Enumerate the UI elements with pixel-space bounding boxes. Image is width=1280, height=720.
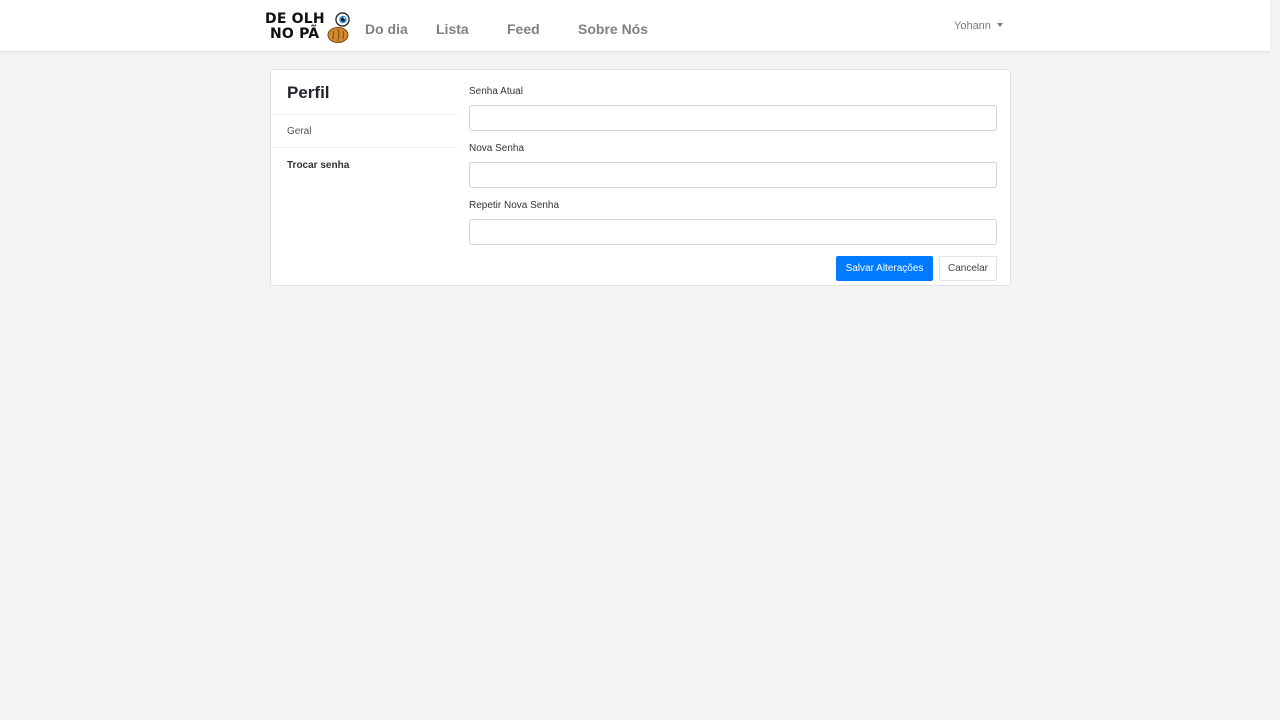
new-password-input[interactable] — [469, 162, 997, 188]
repeat-password-input[interactable] — [469, 219, 997, 245]
current-password-label: Senha Atual — [469, 86, 523, 97]
user-menu-toggle[interactable]: Yohann — [954, 20, 1003, 32]
nav-link-do-dia[interactable]: Do dia — [365, 20, 408, 38]
sidebar-item-trocar-senha[interactable]: Trocar senha — [271, 149, 457, 183]
nav-link-lista[interactable]: Lista — [436, 20, 469, 38]
sidebar-item-geral[interactable]: Geral — [271, 114, 457, 148]
brand-logo[interactable]: DE OLH NO PÃ — [265, 11, 353, 45]
current-password-input[interactable] — [469, 105, 997, 131]
logo-line-1: DE OLH — [265, 11, 325, 27]
nav-link-feed[interactable]: Feed — [507, 20, 540, 38]
nav-link-sobre-nos[interactable]: Sobre Nós — [578, 20, 648, 38]
chevron-down-icon — [996, 23, 1003, 27]
new-password-label: Nova Senha — [469, 143, 525, 154]
user-name: Yohann — [954, 20, 991, 32]
save-button[interactable]: Salvar Alterações — [836, 256, 933, 281]
bread-icon — [327, 27, 349, 43]
logo-line-2: NO PÃ — [270, 26, 320, 42]
profile-title: Perfil — [287, 83, 330, 102]
repeat-password-label: Repetir Nova Senha — [469, 200, 560, 211]
profile-card: Perfil Geral Trocar senha Senha Atual No… — [270, 69, 1011, 286]
cancel-button[interactable]: Cancelar — [939, 256, 997, 281]
top-navbar: DE OLH NO PÃ Do dia Lista Feed Sobre Nós… — [0, 0, 1270, 52]
